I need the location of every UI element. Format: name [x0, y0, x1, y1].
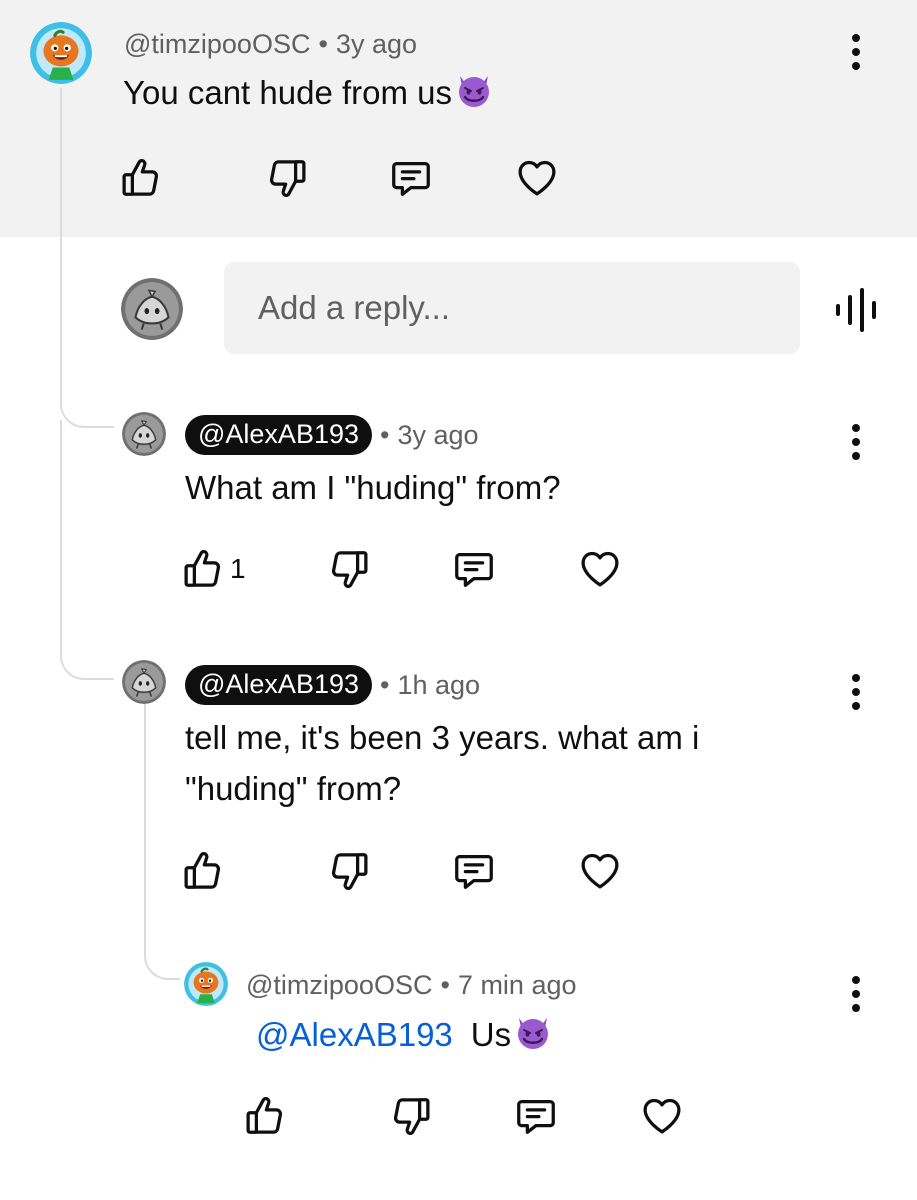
- more-vert-icon[interactable]: [850, 424, 862, 460]
- reply-meta: @AlexAB193 • 1h ago: [185, 662, 480, 708]
- reply-icon: [513, 1093, 559, 1139]
- more-vert-icon[interactable]: [850, 976, 862, 1012]
- reply-body: Us: [470, 1016, 512, 1053]
- dislike-button[interactable]: [264, 155, 310, 201]
- avatar[interactable]: [30, 22, 92, 84]
- thumbs-down-icon: [326, 546, 372, 592]
- avatar-image: [122, 660, 166, 704]
- heart-button[interactable]: [577, 546, 623, 592]
- avatar[interactable]: [122, 660, 166, 704]
- more-vert-icon[interactable]: [850, 34, 862, 70]
- heart-button[interactable]: [639, 1093, 685, 1139]
- reply-icon: [451, 848, 497, 894]
- thread-connector: [60, 388, 114, 428]
- separator-dot: •: [380, 669, 390, 700]
- author-name[interactable]: @timzipooOSC: [124, 29, 310, 60]
- thumbs-down-icon: [326, 848, 372, 894]
- reply-meta: @timzipooOSC • 7 min ago: [246, 964, 577, 1006]
- dislike-button[interactable]: [326, 546, 372, 592]
- like-button[interactable]: 1: [180, 546, 246, 592]
- mention-link[interactable]: @AlexAB193: [256, 1016, 453, 1053]
- timestamp[interactable]: 7 min ago: [458, 970, 577, 1001]
- separator-dot: •: [440, 969, 450, 1000]
- heart-icon: [639, 1093, 685, 1139]
- thread-connector: [60, 640, 114, 680]
- smiling-devil-emoji: [454, 70, 494, 110]
- reply-text-line-1: tell me, it's been 3 years. what am i: [185, 719, 700, 756]
- smiling-devil-emoji: [513, 1012, 553, 1052]
- reply-button[interactable]: [388, 155, 434, 201]
- reply-button[interactable]: [513, 1093, 559, 1139]
- separator-dot: •: [380, 419, 390, 450]
- avatar-image: [121, 278, 183, 340]
- separator-dot: •: [318, 28, 328, 59]
- thumbs-up-icon: [242, 1093, 288, 1139]
- thumbs-down-icon: [264, 155, 310, 201]
- reply-text-line-2: "huding" from?: [185, 770, 402, 807]
- thread-line: [60, 88, 62, 398]
- thumbs-up-icon: [118, 155, 164, 201]
- heart-icon: [577, 848, 623, 894]
- reply-meta: @AlexAB193 • 3y ago: [185, 412, 479, 458]
- like-button[interactable]: [180, 848, 226, 894]
- more-vert-icon[interactable]: [850, 674, 862, 710]
- like-count: 1: [230, 553, 246, 584]
- reply-text: @AlexAB193 Us: [256, 1010, 553, 1060]
- timestamp[interactable]: 3y ago: [336, 29, 417, 60]
- thumbs-down-icon: [388, 1093, 434, 1139]
- comment-meta: @timzipooOSC • 3y ago: [124, 24, 417, 64]
- timestamp[interactable]: 3y ago: [397, 420, 478, 451]
- comment-body: You cant hude from us: [123, 74, 453, 111]
- current-user-avatar: [121, 278, 183, 340]
- heart-button[interactable]: [514, 155, 560, 201]
- author-chip[interactable]: @AlexAB193: [185, 415, 372, 455]
- avatar[interactable]: [122, 412, 166, 456]
- like-button[interactable]: [118, 155, 164, 201]
- avatar[interactable]: [184, 962, 228, 1006]
- nested-thread-connector: [144, 940, 180, 980]
- thumbs-up-icon: [180, 546, 226, 592]
- voice-search-icon[interactable]: [831, 285, 881, 335]
- heart-icon: [514, 155, 560, 201]
- reply-text: What am I "huding" from?: [185, 469, 561, 506]
- reply-button[interactable]: [451, 848, 497, 894]
- heart-icon: [577, 546, 623, 592]
- thumbs-up-icon: [180, 848, 226, 894]
- reply-icon: [451, 546, 497, 592]
- reply-button[interactable]: [451, 546, 497, 592]
- like-button[interactable]: [242, 1093, 288, 1139]
- heart-button[interactable]: [577, 848, 623, 894]
- comment-text: You cant hude from us: [123, 68, 494, 118]
- dislike-button[interactable]: [388, 1093, 434, 1139]
- reply-input-box[interactable]: [224, 262, 800, 354]
- reply-input[interactable]: [256, 288, 780, 328]
- avatar-image: [122, 412, 166, 456]
- avatar-image: [30, 22, 92, 84]
- thread-line: [60, 420, 62, 650]
- reply-icon: [388, 155, 434, 201]
- timestamp[interactable]: 1h ago: [397, 670, 480, 701]
- nested-thread-line: [144, 700, 146, 950]
- dislike-button[interactable]: [326, 848, 372, 894]
- avatar-image: [184, 962, 228, 1006]
- author-chip[interactable]: @AlexAB193: [185, 665, 372, 705]
- author-name[interactable]: @timzipooOSC: [246, 970, 432, 1001]
